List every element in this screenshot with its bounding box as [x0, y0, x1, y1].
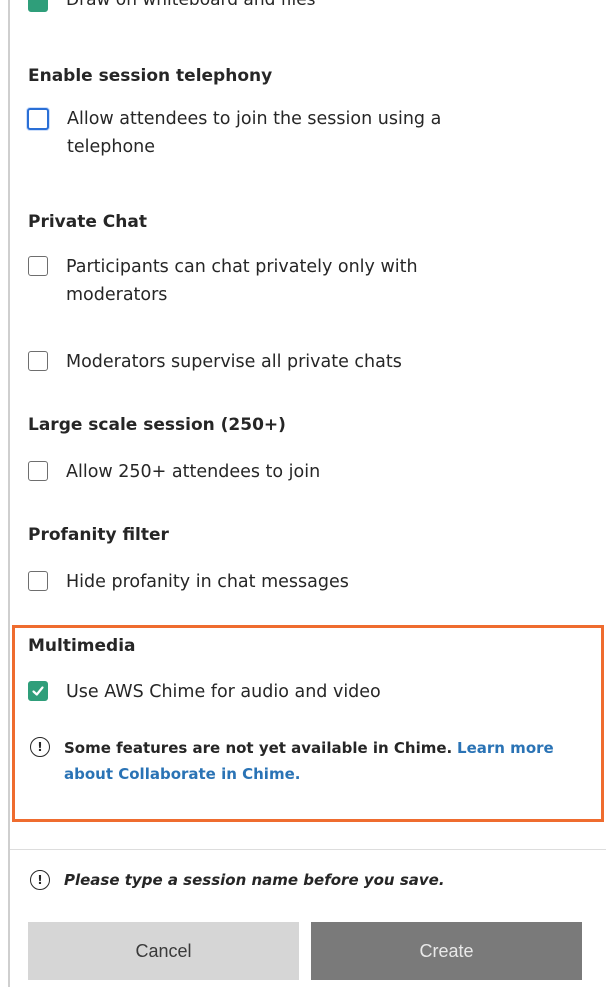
option-supervise-private-chats[interactable]: Moderators supervise all private chats — [28, 348, 402, 376]
checkbox-allow-250[interactable] — [28, 461, 48, 481]
checkbox-use-aws-chime[interactable] — [28, 681, 48, 701]
checkbox-supervise-private-chats[interactable] — [28, 351, 48, 371]
option-chat-moderators-only[interactable]: Participants can chat privately only wit… — [28, 253, 418, 309]
panel-left-border — [8, 0, 10, 987]
option-label: Allow attendees to join the session usin… — [67, 109, 442, 157]
option-hide-profanity[interactable]: Hide profanity in chat messages — [28, 568, 349, 596]
checkbox-hide-profanity[interactable] — [28, 571, 48, 591]
option-label: Draw on whiteboard and files — [66, 0, 316, 10]
section-title-large-scale: Large scale session (250+) — [28, 415, 286, 435]
option-telephone-join[interactable]: Allow attendees to join the session usin… — [27, 105, 442, 161]
chime-info-message: ! Some features are not yet available in… — [30, 735, 590, 787]
info-icon: ! — [30, 870, 50, 890]
option-allow-250[interactable]: Allow 250+ attendees to join — [28, 458, 320, 486]
option-use-aws-chime[interactable]: Use AWS Chime for audio and video — [28, 678, 381, 706]
create-button[interactable]: Create — [311, 922, 582, 980]
option-label: Hide profanity in chat messages — [66, 572, 349, 592]
option-label: Participants can chat privately only wit… — [66, 257, 418, 305]
option-draw-whiteboard[interactable]: Draw on whiteboard and files — [28, 0, 316, 14]
section-title-private-chat: Private Chat — [28, 212, 147, 232]
section-title-multimedia: Multimedia — [28, 636, 136, 656]
session-name-warning: ! Please type a session name before you … — [30, 870, 445, 890]
info-icon: ! — [30, 737, 50, 757]
checkbox-chat-moderators-only[interactable] — [28, 256, 48, 276]
footer-divider — [10, 849, 606, 850]
checkbox-telephone-join[interactable] — [27, 108, 49, 130]
option-label: Allow 250+ attendees to join — [66, 462, 321, 482]
option-label: Moderators supervise all private chats — [66, 352, 402, 372]
section-title-telephony: Enable session telephony — [28, 66, 273, 86]
option-label: Use AWS Chime for audio and video — [66, 682, 381, 702]
checkbox-draw-whiteboard[interactable] — [28, 0, 48, 12]
chime-info-text: Some features are not yet available in C… — [64, 739, 554, 783]
cancel-button[interactable]: Cancel — [28, 922, 299, 980]
warning-text: Please type a session name before you sa… — [64, 871, 445, 889]
section-title-profanity: Profanity filter — [28, 525, 169, 545]
checkmark-icon — [32, 686, 44, 696]
